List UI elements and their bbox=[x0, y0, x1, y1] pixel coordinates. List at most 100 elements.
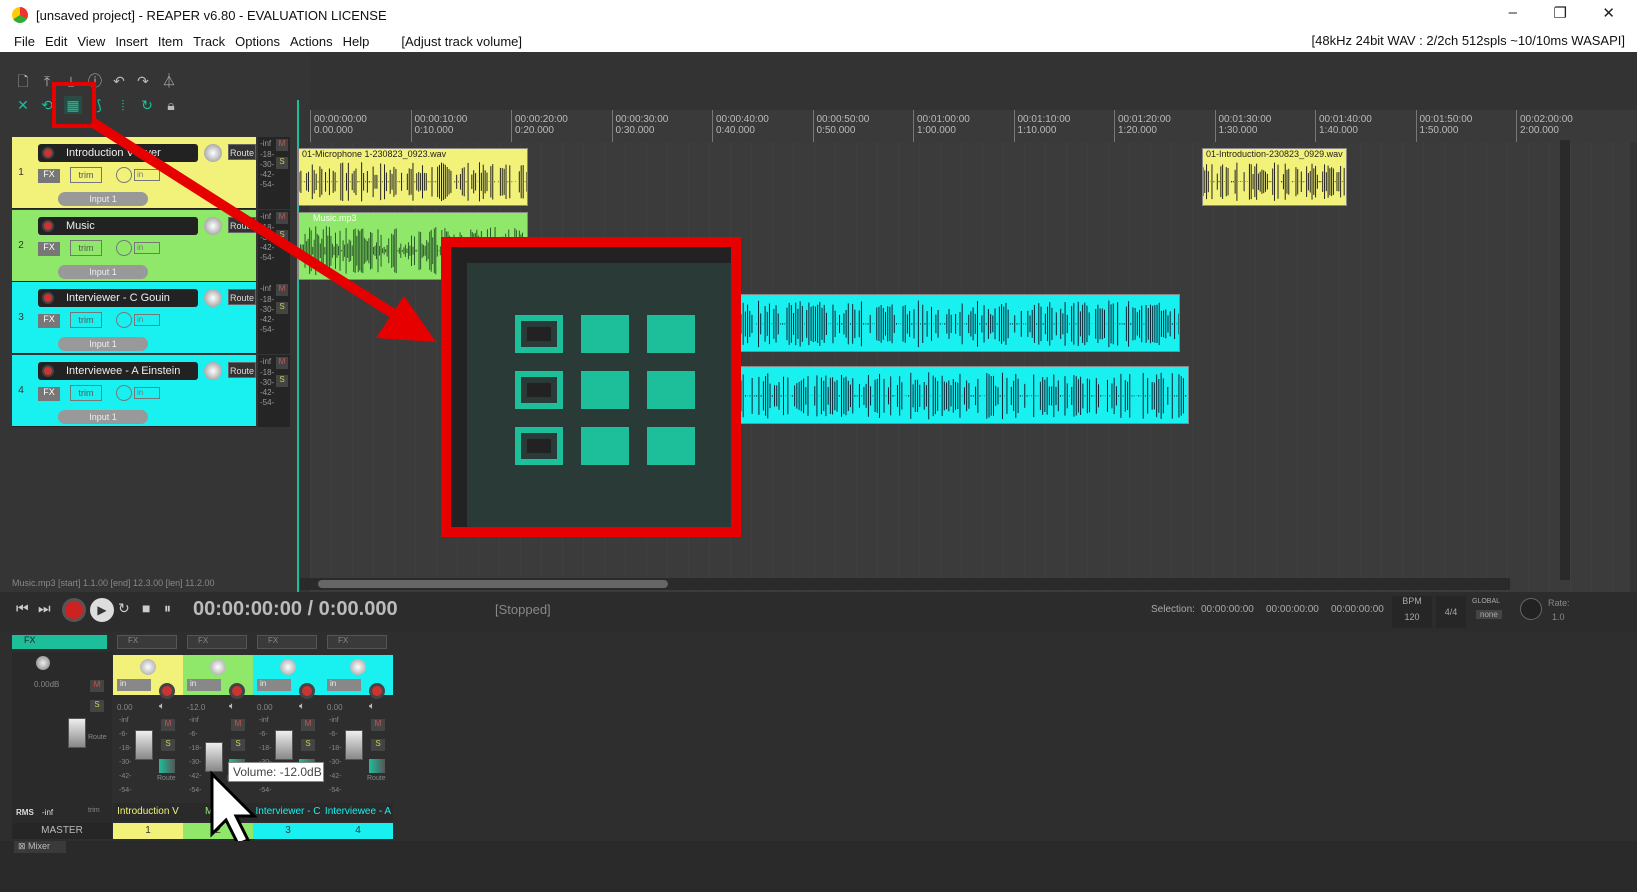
record-button[interactable] bbox=[62, 598, 86, 622]
strip-pan-knob[interactable] bbox=[210, 659, 226, 675]
play-state: [Stopped] bbox=[495, 602, 551, 617]
strip-input-button[interactable]: in bbox=[187, 679, 221, 691]
grid-cell-hole bbox=[527, 327, 551, 341]
strip-speaker-icon: 🔈︎ bbox=[229, 701, 235, 712]
master-mute-button[interactable]: M bbox=[90, 680, 104, 692]
selection-start[interactable]: 00:00:00:00 bbox=[1201, 604, 1254, 615]
time-display: 00:00:00:00 / 0:00.000 bbox=[193, 598, 398, 620]
strip-solo-button[interactable]: S bbox=[231, 739, 245, 751]
strip-meter-tick: -30- bbox=[119, 759, 132, 766]
strip-volume-fader[interactable] bbox=[135, 730, 153, 760]
strip-volume-fader[interactable] bbox=[345, 730, 363, 760]
strip-track-name: Interviewee - A bbox=[323, 803, 393, 821]
strip-track-number: 1 bbox=[113, 823, 183, 839]
strip-route-icon[interactable] bbox=[369, 759, 385, 773]
mixer-icon: ⊠ bbox=[18, 841, 29, 851]
strip-meter-tick: -54- bbox=[119, 787, 132, 794]
strip-track-number: 4 bbox=[323, 823, 393, 839]
strip-fx-button[interactable]: FX bbox=[327, 635, 387, 649]
mixer-tab[interactable]: ⊠ Mixer bbox=[14, 841, 66, 853]
strip-fx-button[interactable]: FX bbox=[257, 635, 317, 649]
master-pan-knob[interactable] bbox=[36, 656, 50, 670]
strip-volume-fader[interactable] bbox=[205, 742, 223, 772]
mixer-tab-label: Mixer bbox=[28, 841, 51, 851]
selection-length[interactable]: 00:00:00:00 bbox=[1331, 604, 1384, 615]
strip-input-button[interactable]: in bbox=[117, 679, 151, 691]
strip-mute-button[interactable]: M bbox=[161, 719, 175, 731]
stop-button[interactable]: ■ bbox=[142, 600, 150, 616]
strip-header: in bbox=[113, 655, 183, 699]
zoomed-snap-grid-icon bbox=[441, 237, 741, 537]
strip-volume-readout: -12.0 bbox=[187, 703, 206, 712]
strip-fx-button[interactable]: FX bbox=[187, 635, 247, 649]
strip-pan-knob[interactable] bbox=[140, 659, 156, 675]
mouse-pointer-icon bbox=[210, 770, 258, 846]
master-route-button[interactable]: Route bbox=[88, 734, 107, 741]
global-automation-mode[interactable]: none bbox=[1476, 610, 1502, 619]
global-automation-label: GLOBAL bbox=[1472, 598, 1501, 605]
selection-label: Selection: bbox=[1151, 604, 1195, 615]
strip-solo-button[interactable]: S bbox=[161, 739, 175, 751]
strip-record-arm-icon[interactable] bbox=[229, 683, 245, 699]
grid-cell bbox=[515, 427, 563, 465]
strip-volume-readout: 0.00 bbox=[117, 703, 133, 712]
strip-input-button[interactable]: in bbox=[327, 679, 361, 691]
pause-button[interactable]: ⏸ bbox=[164, 600, 171, 617]
bpm-label: BPM bbox=[1402, 596, 1422, 606]
master-volume-readout: 0.00dB bbox=[34, 680, 60, 689]
strip-route-icon[interactable] bbox=[159, 759, 175, 773]
strip-header: in bbox=[183, 655, 253, 699]
grid-cell bbox=[647, 315, 695, 353]
strip-meter-tick: -30- bbox=[329, 759, 342, 766]
master-trim-button[interactable]: trim bbox=[88, 807, 100, 814]
inset-bar bbox=[451, 247, 731, 263]
strip-mute-button[interactable]: M bbox=[301, 719, 315, 731]
strip-solo-button[interactable]: S bbox=[371, 739, 385, 751]
strip-meter-tick: -inf bbox=[259, 717, 269, 724]
rate-knob[interactable] bbox=[1520, 598, 1542, 620]
strip-speaker-icon: 🔈︎ bbox=[159, 701, 165, 712]
strip-fx-button[interactable]: FX bbox=[117, 635, 177, 649]
strip-volume-readout: 0.00 bbox=[327, 703, 343, 712]
inset-bar bbox=[451, 247, 467, 527]
strip-record-arm-icon[interactable] bbox=[159, 683, 175, 699]
strip-mute-button[interactable]: M bbox=[371, 719, 385, 731]
grid-cell bbox=[647, 427, 695, 465]
go-end-button[interactable]: ⏭ bbox=[38, 600, 51, 617]
strip-route-label[interactable]: Route bbox=[157, 775, 176, 782]
bpm-box[interactable]: BPM 120 bbox=[1392, 596, 1432, 628]
strip-header: in bbox=[323, 655, 393, 699]
strip-meter-tick: -18- bbox=[119, 745, 132, 752]
master-solo-button[interactable]: S bbox=[90, 700, 104, 712]
strip-track-name: Interviewer - C bbox=[253, 803, 323, 821]
strip-meter-tick: -54- bbox=[259, 787, 272, 794]
master-fx-button[interactable]: FX bbox=[12, 635, 107, 649]
selection-end[interactable]: 00:00:00:00 bbox=[1266, 604, 1319, 615]
time-signature[interactable]: 4/4 bbox=[1436, 596, 1466, 628]
grid-cell bbox=[515, 315, 563, 353]
strip-speaker-icon: 🔈︎ bbox=[299, 701, 305, 712]
strip-mute-button[interactable]: M bbox=[231, 719, 245, 731]
strip-meter-tick: -6- bbox=[329, 731, 338, 738]
strip-record-arm-icon[interactable] bbox=[299, 683, 315, 699]
play-button[interactable]: ▶ bbox=[90, 598, 114, 622]
rate-label: Rate: bbox=[1548, 598, 1570, 608]
grid-cell bbox=[581, 371, 629, 409]
rate-value: 1.0 bbox=[1552, 612, 1565, 622]
strip-meter-tick: -18- bbox=[329, 745, 342, 752]
strip-meter-tick: -30- bbox=[189, 759, 202, 766]
grid-cell bbox=[581, 427, 629, 465]
strip-pan-knob[interactable] bbox=[280, 659, 296, 675]
strip-solo-button[interactable]: S bbox=[301, 739, 315, 751]
master-volume-fader[interactable] bbox=[68, 718, 86, 748]
strip-volume-fader[interactable] bbox=[275, 730, 293, 760]
strip-route-label[interactable]: Route bbox=[367, 775, 386, 782]
repeat-button[interactable]: ↻ bbox=[118, 600, 130, 617]
grid-cell bbox=[647, 371, 695, 409]
go-start-button[interactable]: ⏮ bbox=[16, 600, 29, 617]
strip-pan-knob[interactable] bbox=[350, 659, 366, 675]
strip-input-button[interactable]: in bbox=[257, 679, 291, 691]
strip-record-arm-icon[interactable] bbox=[369, 683, 385, 699]
strip-meter-tick: -6- bbox=[189, 731, 198, 738]
grid-cell bbox=[581, 315, 629, 353]
